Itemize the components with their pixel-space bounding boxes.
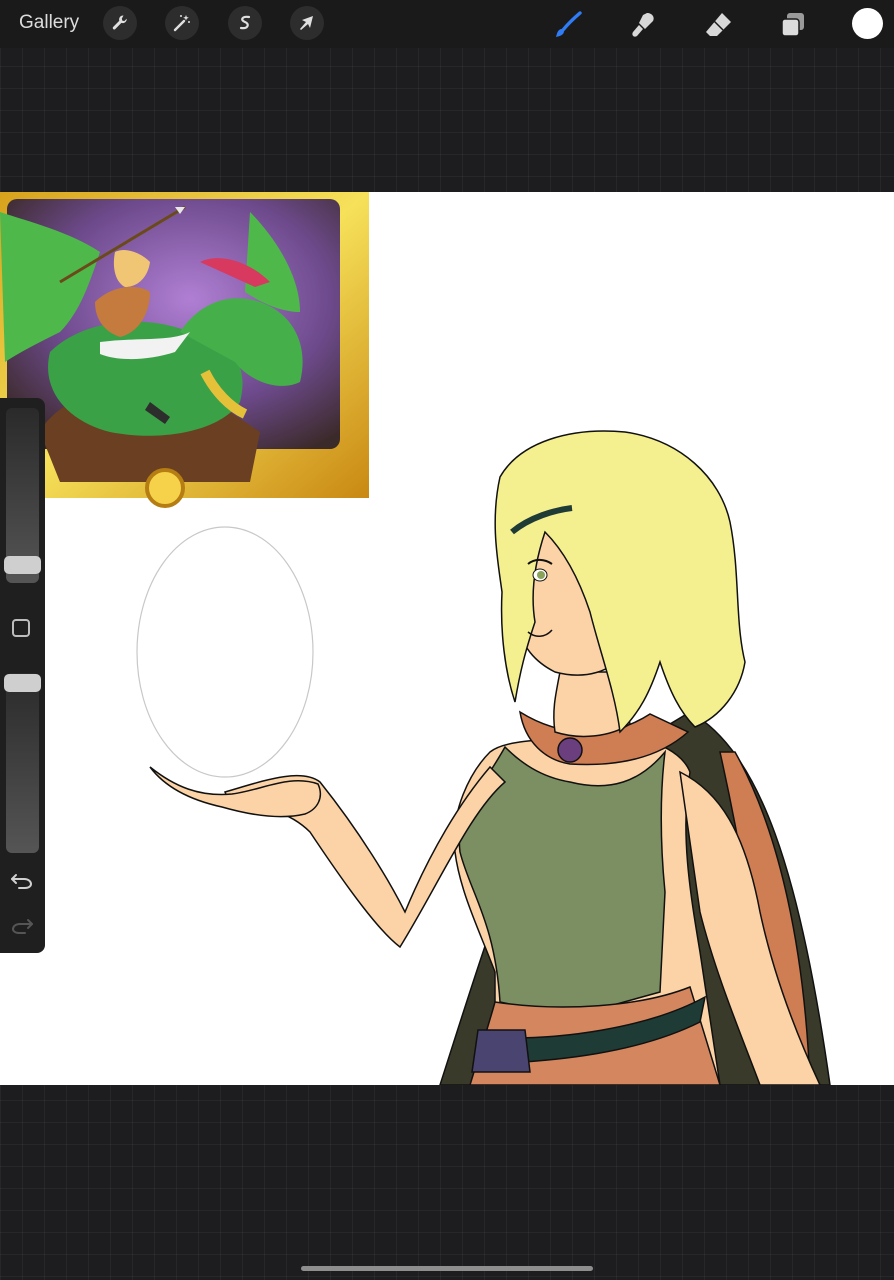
modify-button[interactable] [12,619,30,637]
drawing-canvas[interactable] [0,192,894,1085]
home-indicator[interactable] [301,1266,593,1271]
character-drawing [149,430,831,1085]
selection-s-icon [239,15,251,30]
smudge-tool-button[interactable] [626,8,660,42]
actions-button[interactable] [103,6,137,40]
reference-image [0,192,369,508]
redo-button[interactable] [10,915,34,940]
transform-button[interactable] [290,6,324,40]
smudge-icon [632,13,654,37]
eraser-tool-button[interactable] [701,8,735,42]
wrench-icon [112,15,127,30]
gallery-button[interactable]: Gallery [19,12,79,34]
layers-icon [781,13,804,37]
arrow-cursor-icon [300,16,313,30]
eraser-icon [706,13,731,36]
artwork [0,192,831,1085]
redo-icon [11,919,33,934]
layers-button[interactable] [776,8,810,42]
brush-icon [556,11,582,37]
brush-tool-button[interactable] [551,8,585,42]
undo-button[interactable] [10,870,34,895]
left-sidebar [0,398,45,953]
opacity-slider[interactable] [6,673,39,853]
opacity-thumb[interactable] [4,674,41,692]
adjustments-button[interactable] [165,6,199,40]
brush-size-thumb[interactable] [4,556,41,574]
color-swatch[interactable] [852,8,883,39]
egg-sketch [136,526,314,778]
magic-wand-icon [173,15,190,32]
undo-icon [11,874,33,889]
selection-button[interactable] [228,6,262,40]
top-toolbar: Gallery [0,0,894,48]
